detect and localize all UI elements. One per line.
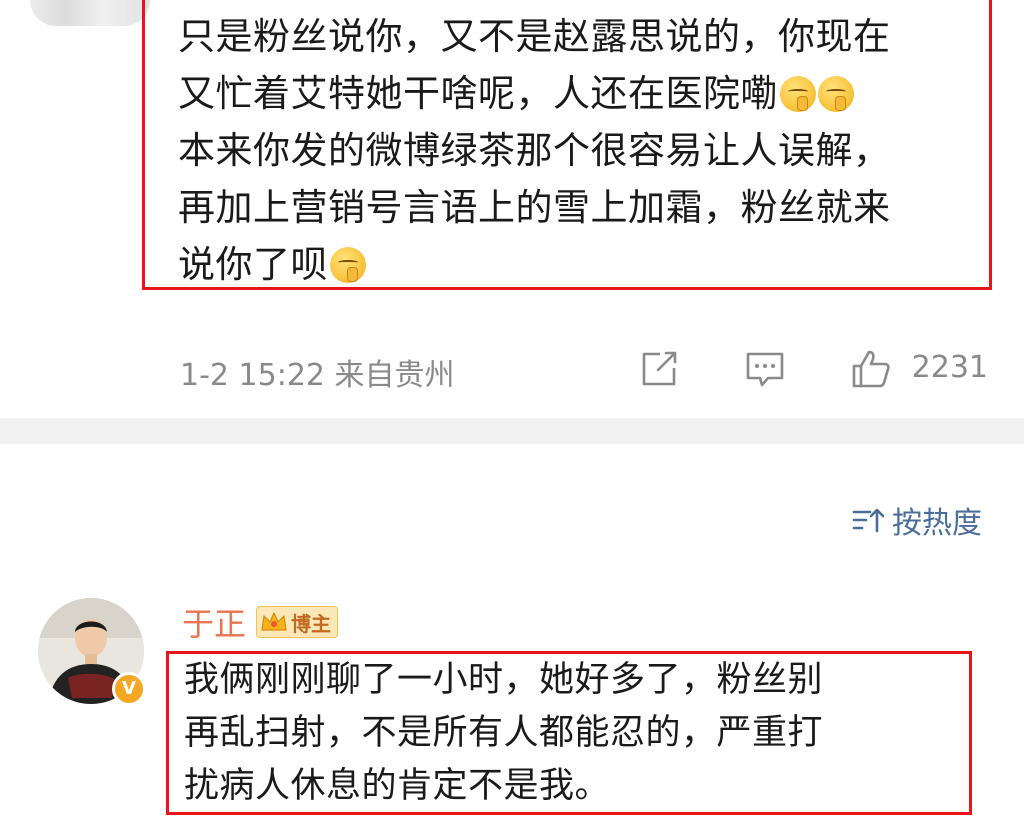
comment-line: 只是粉丝说你，又不是赵露思说的，你现在: [178, 15, 891, 58]
weibo-comments-page: 只是粉丝说你，又不是赵露思说的，你现在 又忙着艾特她干啥呢，人还在医院嘞 本来你…: [0, 0, 1024, 818]
comment-line: 再加上营销号言语上的雪上加霜，粉丝就来: [178, 186, 891, 229]
shush-face-emoji-icon: [330, 247, 366, 283]
comment-line: 说你了呗: [178, 236, 983, 293]
verified-v-icon: V: [112, 672, 146, 706]
reply-line: 我俩刚刚聊了一小时，她好多了，粉丝别: [184, 660, 824, 700]
author-row: 于正 博主: [182, 599, 339, 645]
reply-text: 我俩刚刚聊了一小时，她好多了，粉丝别 再乱扫射，不是所有人都能忍的，严重打 扰病…: [184, 654, 954, 813]
host-badge: 博主: [256, 606, 339, 638]
shush-face-emoji-icon: [780, 76, 816, 112]
shush-face-emoji-icon: [818, 76, 854, 112]
comment-timestamp: 1-2 15:22 来自贵州: [180, 358, 455, 393]
crown-icon: [261, 612, 287, 631]
comment-icon[interactable]: [744, 348, 786, 390]
reply-line: 扰病人休息的肯定不是我。: [184, 766, 611, 806]
like-icon[interactable]: [850, 348, 892, 390]
author-name[interactable]: 于正: [182, 599, 246, 645]
sort-icon: [852, 508, 885, 533]
sort-label: 按热度: [892, 506, 982, 541]
reply-line: 再乱扫射，不是所有人都能忍的，严重打: [184, 713, 824, 753]
comment-line: 又忙着艾特她干啥呢，人还在医院嘞: [178, 65, 983, 122]
comment-meta-row: 1-2 15:22 来自贵州 2231: [180, 348, 990, 393]
share-icon[interactable]: [638, 348, 680, 390]
host-label: 博主: [291, 611, 332, 636]
sort-by-hot-button[interactable]: 按热度: [852, 500, 982, 541]
comment-text: 只是粉丝说你，又不是赵露思说的，你现在 又忙着艾特她干啥呢，人还在医院嘞 本来你…: [178, 8, 983, 293]
section-divider: [0, 418, 1024, 444]
commenter-avatar[interactable]: [30, 0, 150, 26]
comment-location: 来自贵州: [334, 358, 455, 393]
comment-line: 本来你发的微博绿茶那个很容易让人误解，: [178, 129, 891, 172]
like-count: 2231: [911, 350, 988, 385]
